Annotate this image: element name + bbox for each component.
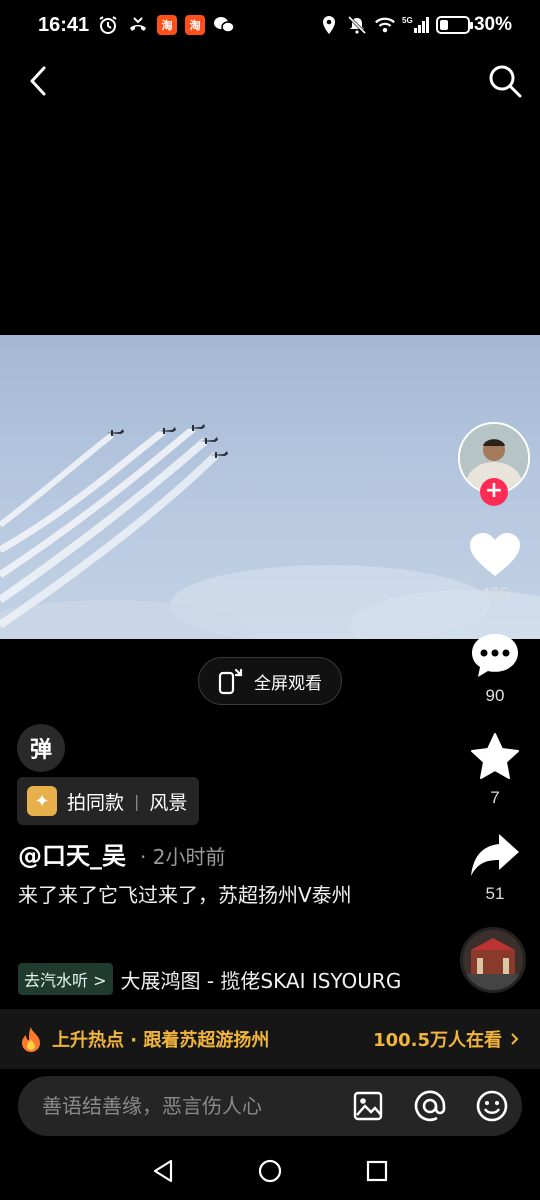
hot-topic: 上升热点 · 跟着苏超游扬州 bbox=[20, 1026, 373, 1052]
battery: 30% bbox=[435, 14, 512, 36]
image-icon bbox=[353, 1091, 383, 1121]
search-icon bbox=[489, 65, 522, 98]
chevron-right-icon bbox=[511, 1033, 519, 1045]
sparkle-icon: ✦ bbox=[27, 786, 57, 816]
taobao-icon: 淘 bbox=[157, 15, 178, 35]
image-button[interactable] bbox=[350, 1088, 386, 1124]
like-count: 495 bbox=[480, 584, 510, 603]
comment-bar bbox=[18, 1076, 522, 1136]
nav-home-button[interactable] bbox=[257, 1158, 283, 1188]
fullscreen-label: 全屏观看 bbox=[254, 673, 322, 694]
battery-icon bbox=[435, 16, 473, 34]
danmu-toggle[interactable]: 弹 bbox=[17, 724, 65, 772]
mute-icon bbox=[346, 14, 368, 36]
nav-back-button[interactable] bbox=[151, 1158, 175, 1188]
share-count: 51 bbox=[485, 884, 505, 903]
danmu-label: 弹 bbox=[29, 738, 52, 763]
location-icon bbox=[318, 14, 340, 36]
emoji-button[interactable] bbox=[474, 1088, 510, 1124]
fullscreen-icon bbox=[218, 668, 243, 695]
fire-icon bbox=[22, 1027, 40, 1052]
hot-topic-text: 上升热点 · 跟着苏超游扬州 bbox=[52, 1030, 270, 1051]
alarm-icon bbox=[97, 14, 119, 36]
follow-button[interactable]: + bbox=[480, 478, 508, 506]
wechat-icon bbox=[213, 14, 235, 36]
video-caption[interactable]: 来了来了它飞过来了，苏超扬州V泰州 bbox=[18, 878, 378, 912]
author-line: @口天_吴 · 2小时前 bbox=[18, 836, 225, 871]
battery-percent: 30% bbox=[473, 14, 512, 35]
music-disc-image bbox=[463, 930, 523, 990]
nav-home-icon bbox=[258, 1159, 282, 1182]
author-name[interactable]: @口天_吴 bbox=[18, 836, 126, 871]
fullscreen-button[interactable]: 全屏观看 bbox=[198, 657, 342, 705]
template-tag[interactable]: ✦ 拍同款 | 风景 bbox=[17, 777, 200, 825]
star-icon bbox=[471, 733, 519, 779]
back-button[interactable] bbox=[24, 64, 54, 98]
nav-recents-icon bbox=[366, 1160, 388, 1181]
post-time: · 2小时前 bbox=[140, 845, 226, 869]
viewers-count: 100.5万人在看 bbox=[373, 1030, 502, 1051]
comment-icon bbox=[472, 634, 518, 677]
missed-call-icon bbox=[127, 14, 149, 36]
comment-input[interactable] bbox=[42, 1094, 324, 1118]
status-right: 5G 30% bbox=[318, 14, 512, 36]
back-icon bbox=[30, 66, 46, 96]
nav-back-icon bbox=[153, 1159, 173, 1182]
music-tag[interactable]: 去汽水听 > bbox=[18, 963, 113, 995]
favorite-count: 7 bbox=[490, 788, 500, 807]
like-action[interactable]: 495 bbox=[460, 532, 530, 604]
signal-icon: 5G bbox=[402, 14, 430, 36]
status-time: 16:41 bbox=[38, 13, 90, 36]
taobao-icon-2: 淘 bbox=[185, 15, 206, 35]
comment-action[interactable]: 90 bbox=[460, 632, 530, 706]
music-line[interactable]: 去汽水听 > 大展鸿图 - 揽佬SKAI ISYOURG bbox=[18, 963, 406, 995]
video-player[interactable] bbox=[0, 335, 540, 639]
at-icon bbox=[414, 1090, 446, 1122]
status-left: 16:41 淘 淘 bbox=[38, 14, 235, 37]
emoji-icon bbox=[476, 1090, 508, 1122]
tag-divider: | bbox=[134, 791, 140, 811]
mention-button[interactable] bbox=[412, 1088, 448, 1124]
template-label: 拍同款 bbox=[67, 791, 125, 814]
nav-recents-button[interactable] bbox=[365, 1159, 389, 1187]
system-nav-bar bbox=[0, 1145, 540, 1200]
video-frame bbox=[0, 424, 540, 639]
template-category: 风景 bbox=[149, 791, 188, 814]
comment-count: 90 bbox=[485, 686, 505, 705]
music-title[interactable]: 大展鸿图 - 揽佬SKAI ISYOURG bbox=[121, 965, 402, 994]
share-action[interactable]: 51 bbox=[460, 832, 530, 904]
music-disc[interactable] bbox=[460, 927, 526, 993]
network-label: 5G bbox=[402, 16, 413, 25]
search-button[interactable] bbox=[486, 62, 524, 100]
heart-icon bbox=[470, 533, 520, 576]
wifi-icon bbox=[374, 14, 396, 36]
hot-viewers: 100.5万人在看 bbox=[373, 1026, 520, 1052]
share-icon bbox=[471, 834, 519, 876]
status-bar: 16:41 淘 淘 5G 30% bbox=[0, 0, 540, 50]
favorite-action[interactable]: 7 bbox=[460, 732, 530, 808]
hot-topic-bar[interactable]: 上升热点 · 跟着苏超游扬州 100.5万人在看 bbox=[0, 1009, 540, 1069]
